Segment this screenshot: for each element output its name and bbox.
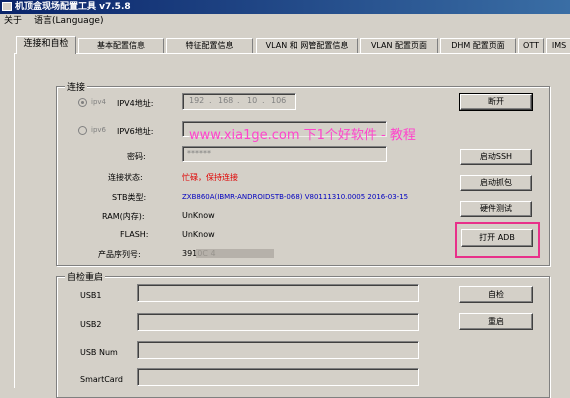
ram-label: RAM(内存): [102, 212, 145, 221]
serial-redaction [196, 249, 274, 258]
ipv4-dot-3: . [262, 96, 265, 105]
tab-vlan-page[interactable]: VLAN 配置页面 [360, 38, 438, 53]
ipv6-radio-label: ipv6 [91, 126, 106, 134]
usb-num-label: USB Num [80, 348, 118, 357]
ipv4-input[interactable]: 192 . 168 . 10 . 106 [182, 93, 296, 110]
ipv4-label: IPV4地址: [117, 99, 154, 108]
ipv6-label: IPV6地址: [117, 127, 154, 136]
selfcheck-group-title: 自检重启 [65, 270, 106, 283]
app-icon [2, 2, 12, 11]
title-bar: 机顶盒现场配置工具 v7.5.8 [0, 0, 570, 14]
tab-basic-config[interactable]: 基本配置信息 [78, 38, 164, 53]
ipv4-radio-label: ipv4 [91, 98, 106, 106]
self-check-button[interactable]: 自检 [459, 286, 533, 303]
disconnect-button[interactable]: 断开 [459, 93, 533, 111]
ipv4-radio[interactable] [78, 98, 87, 107]
hardware-test-button[interactable]: 硬件测试 [460, 201, 532, 217]
restart-button[interactable]: 重启 [459, 313, 533, 330]
tab-ims[interactable]: IMS [546, 38, 570, 53]
start-capture-button[interactable]: 启动抓包 [460, 175, 532, 191]
smartcard-field [137, 368, 419, 386]
usb1-field [137, 284, 419, 302]
ipv4-octet-1: 192 [189, 96, 205, 105]
usb2-label: USB2 [80, 320, 102, 329]
tab-vlan-nms-config[interactable]: VLAN 和 网管配置信息 [256, 38, 358, 53]
adb-highlight-box [455, 222, 540, 258]
flash-value: UnKnow [182, 230, 215, 239]
smartcard-label: SmartCard [80, 375, 123, 384]
password-input[interactable]: ****** [182, 146, 387, 162]
ipv6-radio[interactable] [78, 126, 87, 135]
window-title: 机顶盒现场配置工具 v7.5.8 [15, 2, 131, 12]
ipv4-dot-1: . [209, 96, 212, 105]
menu-about[interactable]: 关于 [4, 16, 22, 26]
status-value: 忙碌，保持连接 [182, 173, 238, 182]
ipv4-octet-3: 10 [247, 96, 258, 105]
password-label: 密码: [127, 152, 146, 161]
tab-dhm-page[interactable]: DHM 配置页面 [440, 38, 516, 53]
ram-value: UnKnow [182, 211, 215, 220]
usb2-field [137, 313, 419, 331]
serial-label: 产品序列号: [98, 250, 141, 259]
tab-connect-selfcheck[interactable]: 连接和自检 [16, 36, 76, 54]
ipv4-octet-2: 168 [218, 96, 234, 105]
ipv4-octet-4: 106 [271, 96, 287, 105]
watermark-text: www.xia1ge.com 下1个好软件 - 教程 [189, 124, 416, 143]
ipv4-dot-2: . [237, 96, 240, 105]
usb1-label: USB1 [80, 291, 102, 300]
usb-num-field [137, 341, 419, 359]
stb-value: ZXB860A(IBMR-ANDROIDSTB-068) V80111310.0… [182, 193, 409, 201]
tab-ott[interactable]: OTT [518, 38, 544, 53]
stb-label: STB类型: [112, 193, 147, 202]
tab-feature-config[interactable]: 特征配置信息 [166, 38, 253, 53]
tab-strip: 连接和自检 基本配置信息 特征配置信息 VLAN 和 网管配置信息 VLAN 配… [16, 36, 570, 54]
menu-language[interactable]: 语言(Language) [34, 16, 103, 26]
connect-group-title: 连接 [65, 80, 88, 93]
start-ssh-button[interactable]: 启动SSH [460, 149, 532, 165]
status-label: 连接状态: [108, 173, 143, 182]
menu-bar: 关于 语言(Language) [0, 14, 570, 28]
flash-label: FLASH: [120, 230, 149, 239]
